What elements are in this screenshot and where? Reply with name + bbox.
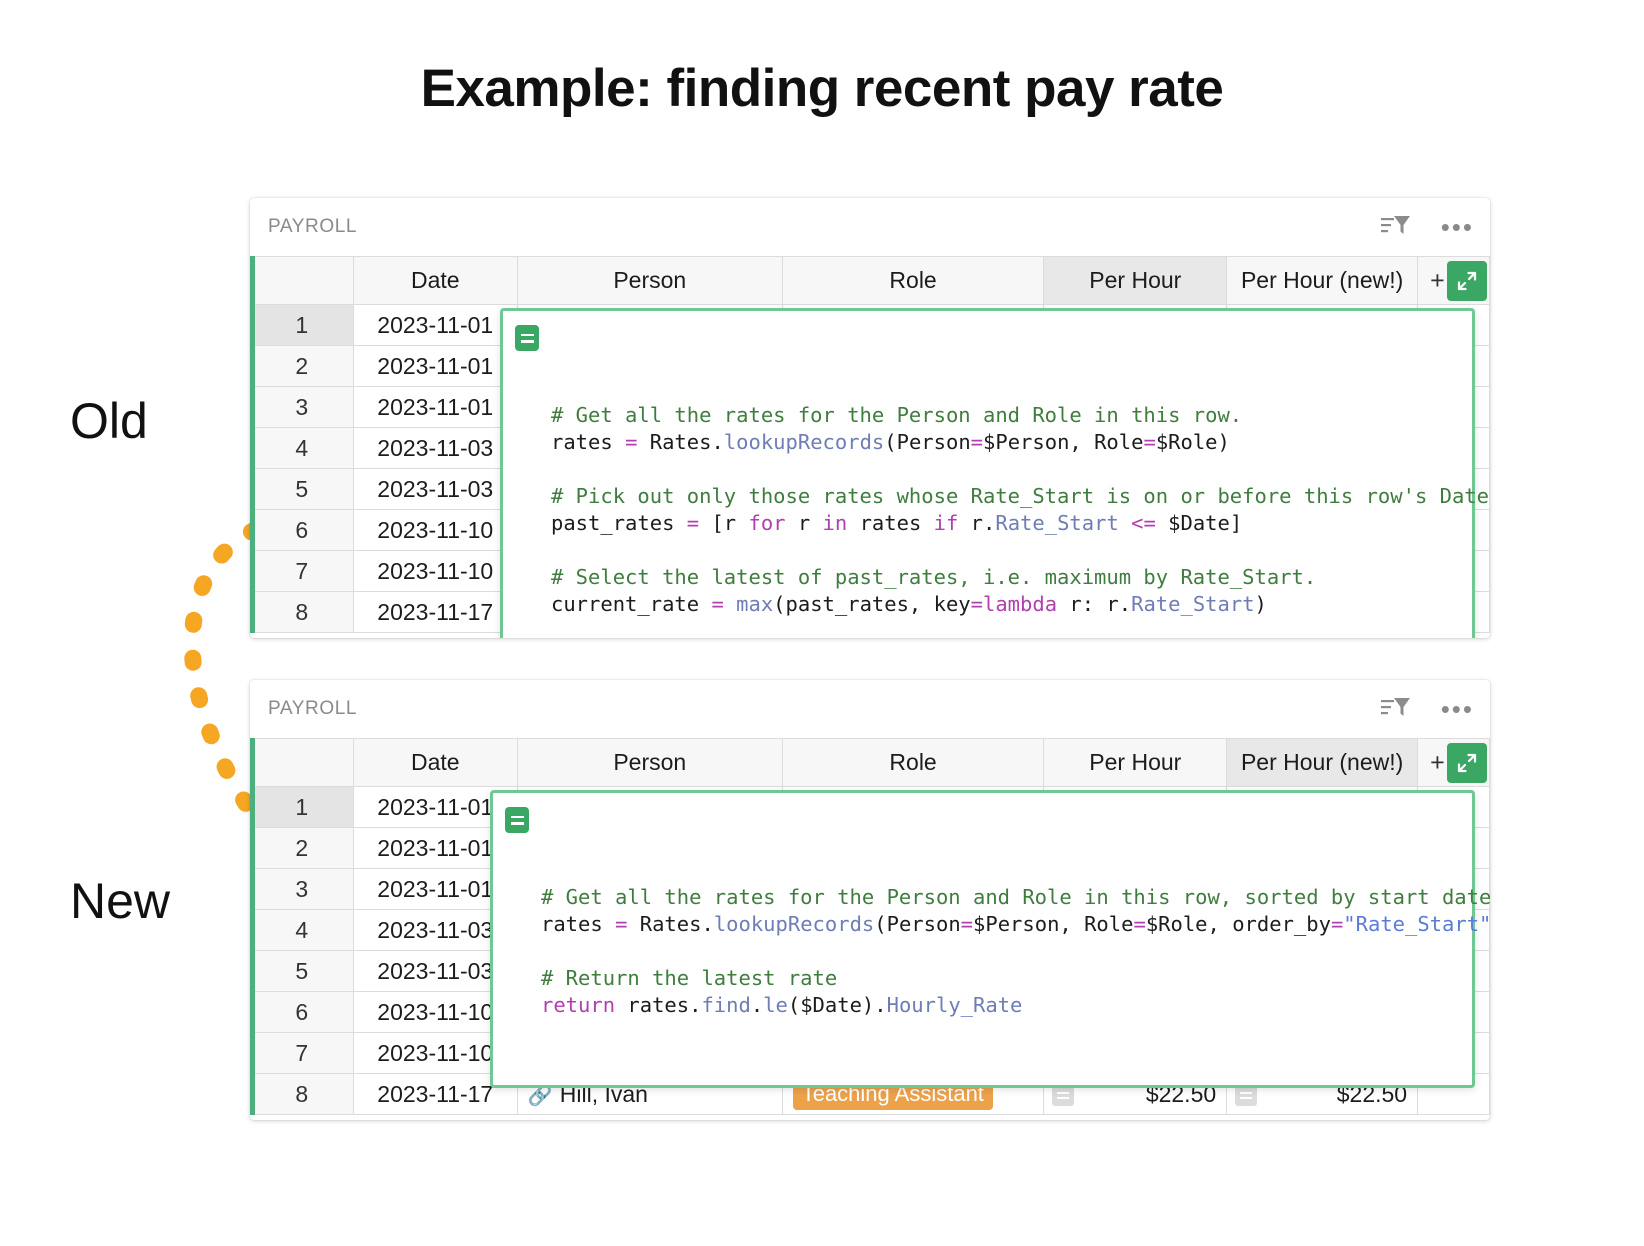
row-number[interactable]: 1 [251, 305, 354, 346]
formula-code-old: # Get all the rates for the Person and R… [551, 402, 1458, 638]
column-header-per-hour[interactable]: Per Hour [1044, 739, 1227, 787]
grid-left-rail-new [250, 738, 255, 1115]
code-line: current_rate = max(past_rates, key=lambd… [551, 592, 1267, 616]
code-line: # Get all the rates for the Person and R… [541, 885, 1490, 909]
cell-date[interactable]: 2023-11-10 [353, 551, 517, 592]
row-number[interactable]: 6 [251, 510, 354, 551]
cell-date[interactable]: 2023-11-01 [353, 346, 517, 387]
cell-date[interactable]: 2023-11-01 [353, 387, 517, 428]
sort-filter-icon[interactable] [1381, 214, 1411, 240]
grid-left-rail-old [250, 256, 255, 633]
add-column-header: + [1418, 739, 1490, 787]
row-number[interactable]: 3 [251, 387, 354, 428]
column-header-per-hour[interactable]: Per Hour [1044, 257, 1227, 305]
row-number[interactable]: 5 [251, 951, 354, 992]
column-header-rownum[interactable] [251, 257, 354, 305]
page-title: Example: finding recent pay rate [0, 58, 1644, 119]
row-number[interactable]: 5 [251, 469, 354, 510]
page-root: Example: finding recent pay rate Old New… [0, 0, 1644, 1246]
table-header-row-old: Date Person Role Per Hour Per Hour (new!… [251, 257, 1490, 305]
column-header-role[interactable]: Role [782, 257, 1044, 305]
row-number[interactable]: 4 [251, 910, 354, 951]
row-number[interactable]: 8 [251, 1074, 354, 1115]
row-number[interactable]: 2 [251, 346, 354, 387]
formula-editor-new[interactable]: # Get all the rates for the Person and R… [490, 790, 1475, 1088]
code-line: past_rates = [r for r in rates if r.Rate… [551, 511, 1242, 535]
formula-icon [505, 807, 529, 833]
payroll-widget-new: PAYROLL ••• [250, 680, 1490, 1120]
widget-header-new: PAYROLL ••• [250, 680, 1490, 738]
row-number[interactable]: 2 [251, 828, 354, 869]
column-header-role[interactable]: Role [782, 739, 1044, 787]
code-line: rates = Rates.lookupRecords(Person=$Pers… [551, 430, 1230, 454]
row-number[interactable]: 7 [251, 1033, 354, 1074]
code-line: rates = Rates.lookupRecords(Person=$Pers… [541, 912, 1490, 936]
column-header-person[interactable]: Person [517, 739, 782, 787]
cell-date[interactable]: 2023-11-03 [353, 428, 517, 469]
more-options-icon[interactable]: ••• [1441, 704, 1474, 714]
cell-date[interactable]: 2023-11-17 [353, 592, 517, 633]
formula-editor-old[interactable]: # Get all the rates for the Person and R… [500, 308, 1475, 638]
column-header-date[interactable]: Date [353, 257, 517, 305]
formula-code-new: # Get all the rates for the Person and R… [541, 884, 1458, 1019]
row-number[interactable]: 1 [251, 787, 354, 828]
column-header-per-hour-new[interactable]: Per Hour (new!) [1227, 257, 1418, 305]
code-line: # Pick out only those rates whose Rate_S… [551, 484, 1490, 508]
payroll-widget-old: PAYROLL ••• [250, 198, 1490, 638]
add-column-button[interactable]: + [1430, 266, 1445, 295]
row-number[interactable]: 6 [251, 992, 354, 1033]
widget-header-old: PAYROLL ••• [250, 198, 1490, 256]
row-number[interactable]: 8 [251, 592, 354, 633]
code-line: # Get all the rates for the Person and R… [551, 403, 1242, 427]
column-header-per-hour-new[interactable]: Per Hour (new!) [1227, 739, 1418, 787]
widget-header-icons-old: ••• [1381, 214, 1474, 240]
expand-icon[interactable] [1447, 261, 1487, 301]
cell-date[interactable]: 2023-11-10 [353, 510, 517, 551]
add-column-header: + [1418, 257, 1490, 305]
code-line: return rates.find.le($Date).Hourly_Rate [541, 993, 1022, 1017]
cell-date[interactable]: 2023-11-03 [353, 469, 517, 510]
widget-header-icons-new: ••• [1381, 696, 1474, 722]
more-options-icon[interactable]: ••• [1441, 222, 1474, 232]
sort-filter-icon[interactable] [1381, 696, 1411, 722]
cell-date[interactable]: 2023-11-01 [353, 305, 517, 346]
formula-icon [515, 325, 539, 351]
column-header-rownum[interactable] [251, 739, 354, 787]
table-header-row-new: Date Person Role Per Hour Per Hour (new!… [251, 739, 1490, 787]
widget-title-new: PAYROLL [268, 698, 357, 720]
add-column-button[interactable]: + [1430, 748, 1445, 777]
row-number[interactable]: 7 [251, 551, 354, 592]
code-line: # Return the latest rate [541, 966, 837, 990]
row-number[interactable]: 4 [251, 428, 354, 469]
column-header-date[interactable]: Date [353, 739, 517, 787]
label-new: New [70, 872, 170, 930]
label-old: Old [70, 392, 148, 450]
row-number[interactable]: 3 [251, 869, 354, 910]
widget-title-old: PAYROLL [268, 216, 357, 238]
column-header-person[interactable]: Person [517, 257, 782, 305]
code-line: # Select the latest of past_rates, i.e. … [551, 565, 1316, 589]
expand-icon[interactable] [1447, 743, 1487, 783]
